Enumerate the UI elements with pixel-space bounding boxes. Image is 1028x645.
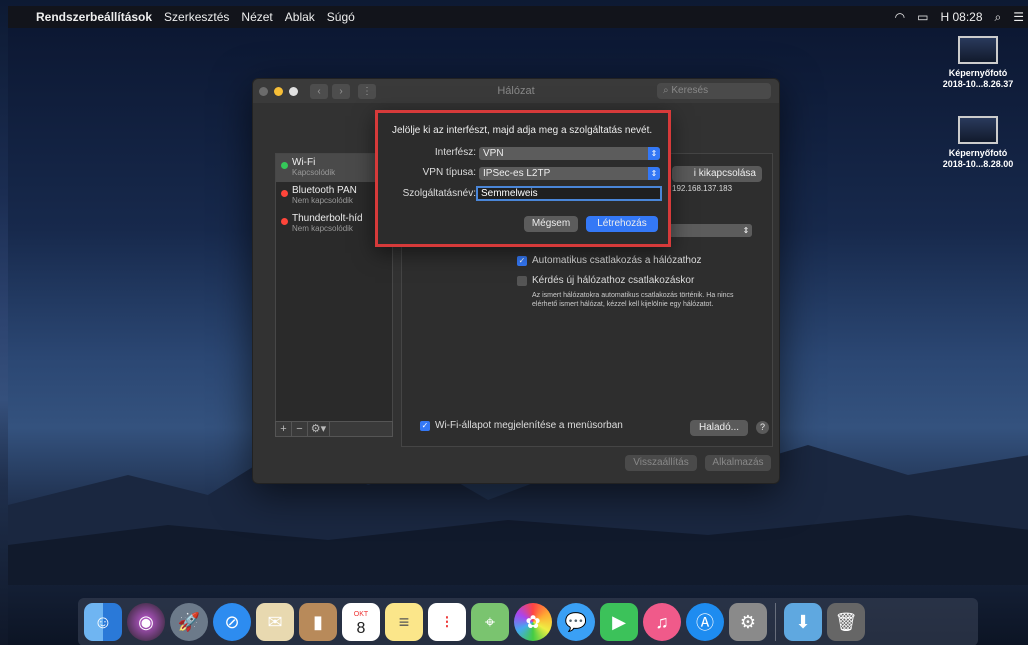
service-list-toolbar: + − ⚙▾ <box>275 421 393 437</box>
clock[interactable]: H 08:28 <box>940 10 982 24</box>
notes-icon[interactable]: ≡ <box>385 603 423 641</box>
interface-popup[interactable]: VPN ⇕ <box>479 147 660 160</box>
gear-icon[interactable]: ⚙▾ <box>308 422 330 436</box>
desktop-file-1-date: 2018-10...8.26.37 <box>942 79 1014 89</box>
safari-icon[interactable]: ⊘ <box>213 603 251 641</box>
screenshot-thumbnail-icon <box>958 36 998 64</box>
screenshot-thumbnail-icon <box>958 116 998 144</box>
status-dot-icon <box>281 190 288 197</box>
show-status-label: Wi-Fi-állapot megjelenítése a menüsorban <box>435 420 623 431</box>
status-dot-icon <box>281 218 288 225</box>
help-button[interactable]: ? <box>756 421 769 434</box>
desktop-file-1-name: Képernyőfotó <box>948 68 1008 78</box>
notification-center-icon[interactable]: ☰ <box>1013 10 1024 24</box>
service-name-label: Szolgáltatásnév: <box>402 188 476 199</box>
remove-service-button[interactable]: − <box>292 422 308 436</box>
menu-help[interactable]: Súgó <box>327 10 355 24</box>
close-icon[interactable] <box>259 86 268 96</box>
menu-view[interactable]: Nézet <box>241 10 272 24</box>
siri-icon[interactable]: ◉ <box>127 603 165 641</box>
back-icon[interactable]: ‹ <box>310 83 328 99</box>
menu-bar: Rendszerbeállítások Szerkesztés Nézet Ab… <box>8 6 1028 28</box>
vpn-type-label: VPN típusa: <box>422 167 476 178</box>
mail-icon[interactable]: ✉ <box>256 603 294 641</box>
forward-icon[interactable]: › <box>332 83 350 99</box>
checkbox-box <box>517 275 527 286</box>
photos-icon[interactable]: ✿ <box>514 603 552 641</box>
launchpad-icon[interactable]: 🚀 <box>170 603 208 641</box>
cancel-button[interactable]: Mégsem <box>524 216 578 232</box>
reminders-icon[interactable]: ⁝ <box>428 603 466 641</box>
advanced-button[interactable]: Haladó... <box>690 420 748 436</box>
wifi-icon[interactable]: ◠ <box>895 10 905 24</box>
interface-value: VPN <box>483 148 504 159</box>
desktop-file-1[interactable]: Képernyőfotó 2018-10...8.26.37 <box>938 36 1018 90</box>
downloads-folder-icon[interactable]: ⬇ <box>784 603 822 641</box>
spotlight-icon[interactable]: ⌕ <box>995 10 1002 25</box>
create-button[interactable]: Létrehozás <box>586 216 658 232</box>
dock: ☺ ◉ 🚀 ⊘ ✉ ▮ OKT 8 ≡ ⁝ ⌖ ✿ 💬 ▶ ♫ Ⓐ ⚙ ⬇ 🗑 <box>78 598 978 645</box>
auto-connect-checkbox[interactable]: ✓ Automatikus csatlakozás a hálózathoz <box>517 255 702 266</box>
auto-connect-label: Automatikus csatlakozás a hálózathoz <box>532 255 702 266</box>
menu-edit[interactable]: Szerkesztés <box>164 10 229 24</box>
service-name-field[interactable]: Semmelweis <box>476 186 662 201</box>
system-preferences-icon[interactable]: ⚙ <box>729 603 767 641</box>
itunes-icon[interactable]: ♫ <box>643 603 681 641</box>
ip-address-text: 192.168.137.183 <box>672 184 733 193</box>
vpn-type-value: IPSec-es L2TP <box>483 168 551 179</box>
ask-new-network-label: Kérdés új hálózathoz csatlakozáskor <box>532 275 695 286</box>
calendar-icon[interactable]: OKT 8 <box>342 603 380 641</box>
search-placeholder: Keresés <box>671 85 709 96</box>
apply-button[interactable]: Alkalmazás <box>705 455 771 471</box>
desktop-file-2-name: Képernyőfotó <box>948 148 1008 158</box>
contacts-icon[interactable]: ▮ <box>299 603 337 641</box>
maps-icon[interactable]: ⌖ <box>471 603 509 641</box>
battery-icon[interactable]: ▭ <box>917 10 928 24</box>
messages-icon[interactable]: 💬 <box>557 603 595 641</box>
menu-window[interactable]: Ablak <box>285 10 315 24</box>
ask-new-network-checkbox[interactable]: Kérdés új hálózathoz csatlakozáskor <box>517 275 694 286</box>
chevron-updown-icon: ⇕ <box>648 167 660 180</box>
minimize-icon[interactable] <box>274 86 283 96</box>
desktop-file-2-date: 2018-10...8.28.00 <box>942 159 1014 169</box>
title-bar: ‹ › ⋮ Hálózat ⌕ Keresés <box>253 79 779 103</box>
show-status-checkbox[interactable]: ✓ Wi-Fi-állapot megjelenítése a menüsorb… <box>420 420 623 431</box>
desktop-file-2[interactable]: Képernyőfotó 2018-10...8.28.00 <box>938 116 1018 170</box>
menu-app[interactable]: Rendszerbeállítások <box>36 10 152 24</box>
zoom-icon[interactable] <box>289 86 298 96</box>
wifi-off-button[interactable]: i kikapcsolása <box>672 166 762 182</box>
checkmark-icon: ✓ <box>517 255 527 266</box>
sheet-prompt: Jelölje ki az interfészt, majd adja meg … <box>392 125 653 136</box>
revert-button[interactable]: Visszaállítás <box>625 455 697 471</box>
status-dot-icon <box>281 162 288 169</box>
calendar-day: 8 <box>356 620 366 637</box>
chevron-updown-icon: ⇕ <box>740 224 752 237</box>
new-service-sheet: Jelölje ki az interfészt, majd adja meg … <box>375 110 671 247</box>
chevron-updown-icon: ⇕ <box>648 147 660 160</box>
finder-icon[interactable]: ☺ <box>84 603 122 641</box>
trash-icon[interactable]: 🗑 <box>827 603 865 641</box>
app-store-icon[interactable]: Ⓐ <box>686 603 724 641</box>
interface-label: Interfész: <box>434 147 476 158</box>
ask-new-description: Az ismert hálózatokra automatikus csatla… <box>532 292 734 308</box>
facetime-icon[interactable]: ▶ <box>600 603 638 641</box>
show-all-icon[interactable]: ⋮ <box>358 83 376 99</box>
checkmark-icon: ✓ <box>420 420 430 431</box>
search-field[interactable]: ⌕ Keresés <box>657 83 771 99</box>
dock-separator <box>775 603 776 641</box>
add-service-button[interactable]: + <box>276 422 292 436</box>
vpn-type-popup[interactable]: IPSec-es L2TP ⇕ <box>479 167 660 180</box>
